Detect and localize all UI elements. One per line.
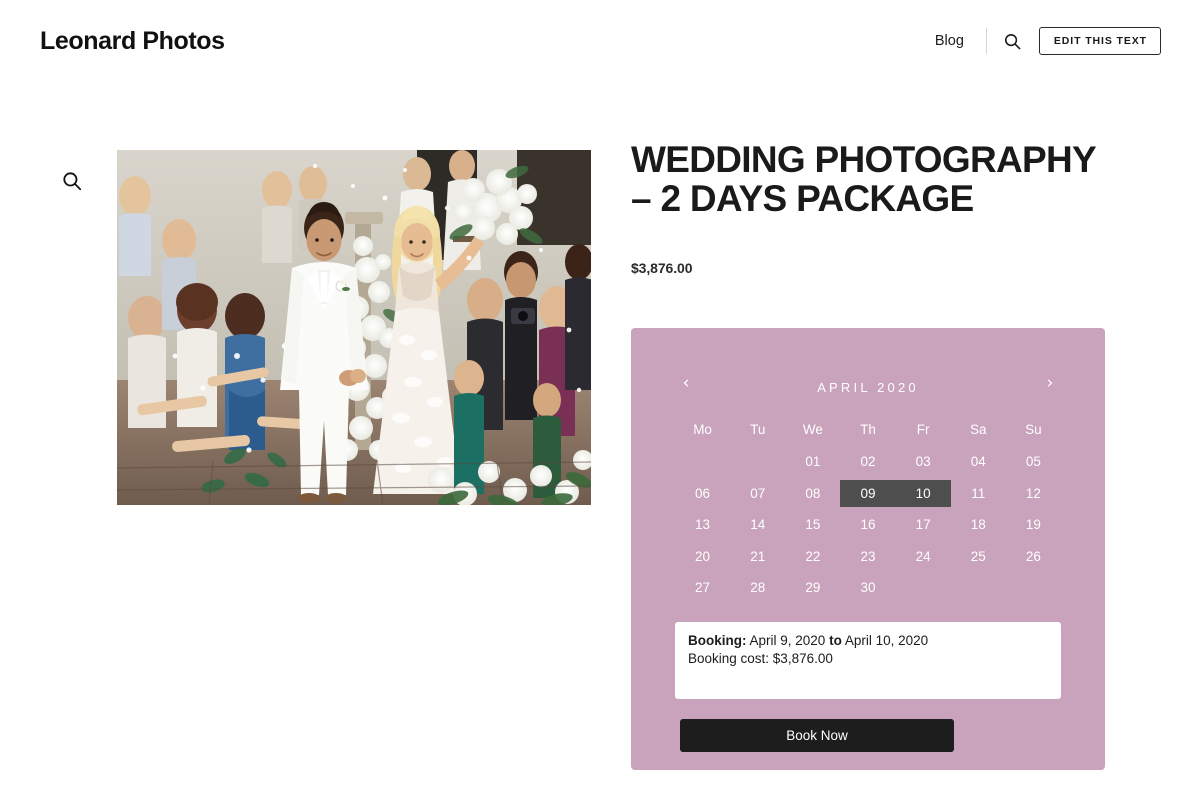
calendar-day-empty (730, 446, 785, 478)
calendar-day-18[interactable]: 18 (951, 509, 1006, 541)
calendar-day-21[interactable]: 21 (730, 541, 785, 573)
calendar-day-28[interactable]: 28 (730, 572, 785, 604)
search-icon[interactable] (987, 27, 1039, 55)
calendar-day-10[interactable]: 10 (896, 478, 951, 510)
calendar-day-12[interactable]: 12 (1006, 478, 1061, 510)
page-title: WEDDING PHOTOGRAPHY – 2 DAYS PACKAGE (631, 139, 1096, 220)
booking-to-label: to (829, 632, 842, 648)
calendar-day-27[interactable]: 27 (675, 572, 730, 604)
booking-panel: ‹ APRIL 2020 › Mo Tu We Th Fr Sa Su 01 02… (631, 328, 1105, 770)
booking-cost-line: Booking cost: $3,876.00 (688, 651, 833, 667)
product-photo[interactable] (117, 150, 591, 505)
weekday-th: Th (860, 422, 876, 437)
primary-navigation: Blog EDIT THIS TEXT (935, 26, 1161, 56)
book-now-button[interactable]: Book Now (680, 718, 954, 752)
calendar-day-04[interactable]: 04 (951, 446, 1006, 478)
magnifier-icon[interactable] (62, 171, 84, 193)
weekday-su: Su (1025, 422, 1042, 437)
product-price: $3,876.00 (631, 260, 693, 277)
booking-label: Booking: (688, 632, 747, 648)
calendar-day-15[interactable]: 15 (785, 509, 840, 541)
site-header: Leonard Photos Blog EDIT THIS TEXT (0, 0, 1201, 82)
book-now-wrapper: Book Now (680, 718, 1061, 752)
calendar-day-empty (1006, 572, 1061, 604)
calendar-day-26[interactable]: 26 (1006, 541, 1061, 573)
edit-this-text-button[interactable]: EDIT THIS TEXT (1038, 26, 1161, 56)
calendar-day-13[interactable]: 13 (675, 509, 730, 541)
calendar-day-24[interactable]: 24 (896, 541, 951, 573)
booking-end-date: April 10, 2020 (844, 632, 929, 648)
weekday-we: We (802, 422, 823, 437)
weekday-tu: Tu (750, 422, 766, 437)
calendar-month-label: APRIL 2020 (817, 379, 919, 395)
calendar-day-09[interactable]: 09 (840, 478, 895, 510)
calendar-week-row: 27 28 29 30 (675, 572, 1061, 604)
calendar-day-25[interactable]: 25 (951, 541, 1006, 573)
calendar-day-22[interactable]: 22 (785, 541, 840, 573)
weekday-mo: Mo (693, 422, 712, 437)
product-summary: WEDDING PHOTOGRAPHY – 2 DAYS PACKAGE $3,… (631, 139, 1105, 277)
chevron-left-icon[interactable]: ‹ (673, 370, 699, 396)
booking-summary-box: Booking: April 9, 2020 to April 10, 2020… (675, 621, 1061, 699)
calendar-day-23[interactable]: 23 (840, 541, 895, 573)
weekday-sa: Sa (970, 422, 987, 437)
calendar-day-19[interactable]: 19 (1006, 509, 1061, 541)
calendar-weeks: 01 02 03 04 05 06 07 08 09 10 11 12 13 14 15 16 17 18 19 20… (675, 446, 1061, 604)
booking-dates-line: Booking: April 9, 2020 to April 10, 2020 (688, 632, 1048, 650)
nav-item-blog[interactable]: Blog (935, 34, 986, 49)
calendar-day-30[interactable]: 30 (840, 572, 895, 604)
weekday-fr: Fr (916, 422, 930, 437)
calendar-day-06[interactable]: 06 (675, 478, 730, 510)
chevron-right-icon[interactable]: › (1037, 370, 1063, 396)
calendar-week-row: 06 07 08 09 10 11 12 (675, 478, 1061, 510)
calendar-grid: Mo Tu We Th Fr Sa Su 01 02 03 04 05 06 07 08 09 1… (675, 414, 1061, 604)
calendar-day-empty (675, 446, 730, 478)
calendar-week-row: 01 02 03 04 05 (675, 446, 1061, 478)
calendar-day-07[interactable]: 07 (730, 478, 785, 510)
calendar-week-row: 13 14 15 16 17 18 19 (675, 509, 1061, 541)
calendar-day-03[interactable]: 03 (896, 446, 951, 478)
calendar-day-17[interactable]: 17 (896, 509, 951, 541)
calendar-day-16[interactable]: 16 (840, 509, 895, 541)
calendar-weekday-row: Mo Tu We Th Fr Sa Su (675, 414, 1061, 446)
calendar-day-29[interactable]: 29 (785, 572, 840, 604)
booking-start-date: April 9, 2020 (749, 632, 826, 648)
calendar-week-row: 20 21 22 23 24 25 26 (675, 541, 1061, 573)
calendar-day-14[interactable]: 14 (730, 509, 785, 541)
calendar-day-20[interactable]: 20 (675, 541, 730, 573)
calendar-day-08[interactable]: 08 (785, 478, 840, 510)
calendar-day-empty (896, 572, 951, 604)
site-title[interactable]: Leonard Photos (40, 28, 225, 54)
product-page: Leonard Photos Blog EDIT THIS TEXT WEDDI… (0, 0, 1201, 800)
calendar-day-02[interactable]: 02 (840, 446, 895, 478)
calendar-day-11[interactable]: 11 (951, 478, 1006, 510)
calendar-day-01[interactable]: 01 (785, 446, 840, 478)
calendar-header: ‹ APRIL 2020 › (675, 370, 1061, 404)
calendar-day-empty (951, 572, 1006, 604)
calendar-day-05[interactable]: 05 (1006, 446, 1061, 478)
